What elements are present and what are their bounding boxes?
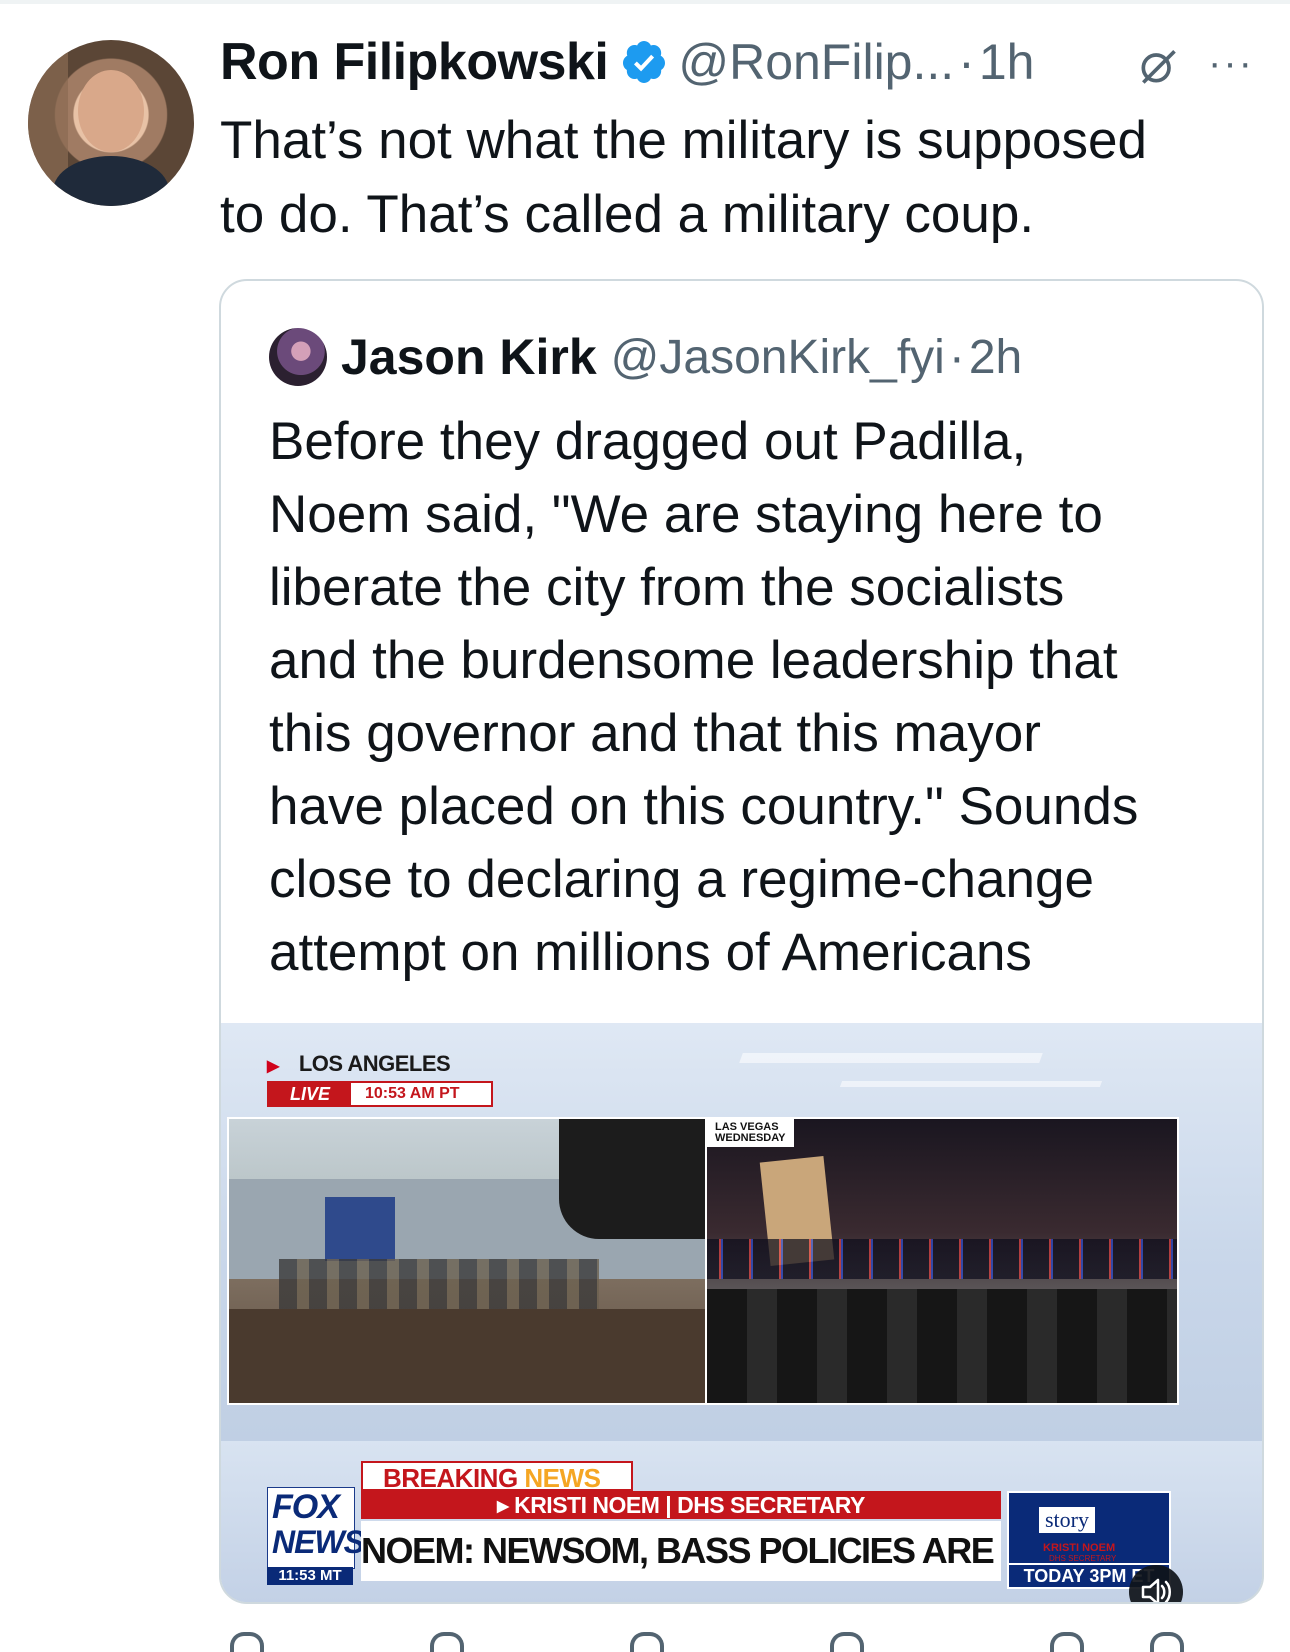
action-bar bbox=[230, 1632, 1230, 1652]
quoted-post-time[interactable]: 2h bbox=[969, 330, 1022, 385]
grok-icon[interactable] bbox=[1136, 44, 1180, 88]
panel-location-tag: LAS VEGAS WEDNESDAY bbox=[707, 1119, 794, 1147]
bookmark-icon[interactable] bbox=[1050, 1632, 1084, 1652]
video-right-panel: LAS VEGAS WEDNESDAY bbox=[705, 1117, 1179, 1405]
live-time: 10:53 AM PT bbox=[365, 1085, 460, 1102]
separator-dot: · bbox=[958, 34, 975, 90]
quoted-post-header: Jason Kirk @JasonKirk_fyi · 2h bbox=[269, 325, 1022, 389]
repost-icon[interactable] bbox=[430, 1632, 464, 1652]
network-time: 11:53 MT bbox=[267, 1567, 353, 1585]
author-name[interactable]: Ron Filipkowski bbox=[220, 32, 609, 92]
speaker-bar: ▸ KRISTI NOEM | DHS SECRETARY bbox=[361, 1491, 1001, 1519]
police-lights bbox=[707, 1239, 1177, 1279]
share-icon[interactable] bbox=[1150, 1632, 1184, 1652]
room-floor bbox=[229, 1309, 705, 1403]
live-indicator: LIVE 10:53 AM PT bbox=[267, 1081, 493, 1107]
quoted-post[interactable]: Jason Kirk @JasonKirk_fyi · 2h Before th… bbox=[219, 279, 1264, 1604]
video-left-panel bbox=[227, 1117, 707, 1405]
more-icon[interactable]: ··· bbox=[1208, 43, 1254, 83]
post-header: Ron Filipkowski @RonFilip... · 1h bbox=[220, 30, 1260, 94]
video-player[interactable]: ▶ LOS ANGELES LIVE 10:53 AM PT LAS VEGAS … bbox=[221, 1023, 1262, 1602]
quoted-author-avatar[interactable] bbox=[269, 328, 327, 386]
location-label: ▶ LOS ANGELES bbox=[267, 1051, 451, 1076]
quoted-post-text: Before they dragged out Padilla, Noem sa… bbox=[269, 412, 1139, 982]
room-screen bbox=[325, 1197, 395, 1261]
live-label: LIVE bbox=[269, 1083, 351, 1105]
author-handle[interactable]: @RonFilip... bbox=[678, 33, 954, 91]
views-icon[interactable] bbox=[830, 1632, 864, 1652]
separator-dot: · bbox=[948, 330, 965, 384]
top-divider bbox=[0, 0, 1290, 4]
quoted-author-name[interactable]: Jason Kirk bbox=[341, 328, 597, 386]
fox-news-logo: FOX NEWS bbox=[267, 1487, 365, 1569]
lower-third: FOX NEWS 11:53 MT BREAKING NEWS ▸ KRISTI… bbox=[221, 1441, 1262, 1602]
post-time[interactable]: 1h bbox=[979, 33, 1035, 91]
camera-shape bbox=[559, 1119, 705, 1239]
like-icon[interactable] bbox=[630, 1632, 664, 1652]
avatar-head bbox=[78, 70, 144, 152]
verified-badge-icon[interactable] bbox=[620, 38, 668, 86]
breaking-news-label: BREAKING NEWS bbox=[361, 1461, 633, 1493]
post-text: That’s not what the military is supposed… bbox=[220, 111, 1147, 244]
avatar-shirt bbox=[53, 156, 169, 206]
news-headline: NOEM: NEWSOM, BASS POLICIES ARE A HUGE D… bbox=[361, 1521, 1001, 1581]
crowd bbox=[707, 1289, 1177, 1403]
graphic-streak bbox=[739, 1053, 1043, 1063]
author-avatar[interactable] bbox=[28, 40, 194, 206]
graphic-streak bbox=[839, 1081, 1103, 1087]
quoted-author-handle[interactable]: @JasonKirk_fyi bbox=[611, 330, 945, 385]
reply-icon[interactable] bbox=[230, 1632, 264, 1652]
